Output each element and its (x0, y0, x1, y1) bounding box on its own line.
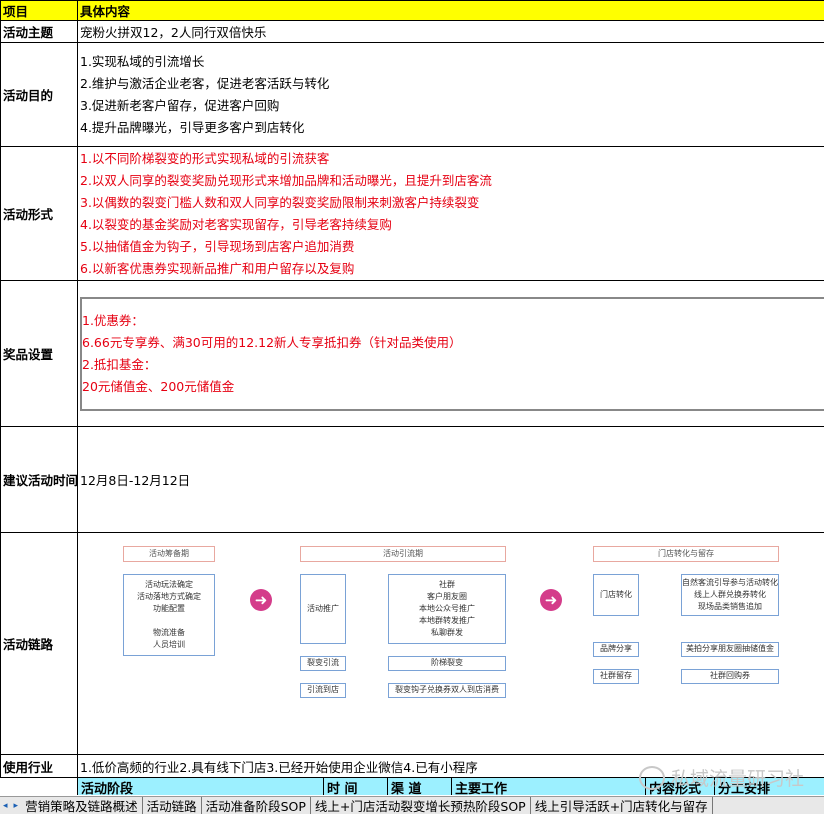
conv-item: 现场品类销售追加 (698, 601, 762, 613)
channel-item: 私聊群发 (431, 627, 463, 639)
channel-item: 社群 (439, 579, 455, 591)
purpose-item: 3.促进新老客户留存，促进客户回购 (80, 95, 824, 117)
conv-item: 自然客流引导参与活动转化 (682, 577, 778, 589)
watermark-text: 私域流量研习社 (671, 764, 804, 791)
prizes-textbox: 1.优惠券： 6.66元专享券、满30可用的12.12新人专享抵扣券（针对品类使… (80, 297, 824, 411)
tab-prev-icon[interactable]: ◂ (0, 801, 11, 811)
phase1-header: 活动筹备期 (123, 546, 215, 562)
phase1-box: 活动玩法确定 活动落地方式确定 功能配置 物流准备 人员培训 (123, 574, 215, 656)
phase1-item: 物流准备 (153, 627, 185, 639)
phase1-item: 活动落地方式确定 (137, 591, 201, 603)
phase3-brand-item: 美拍分享朋友圈抽储值金 (681, 642, 779, 657)
purpose-item: 2.维护与激活企业老客，促进老客活跃与转化 (80, 73, 824, 95)
tab-next-icon[interactable]: ▸ (11, 801, 22, 811)
header-item[interactable]: 项目 (1, 1, 78, 21)
tab-conversion-retention[interactable]: 线上引导活跃+门店转化与留存 (531, 796, 713, 814)
spreadsheet-sheet: 项目 具体内容 活动主题 宠粉火拼双12，2人同行双倍快乐 活动目的 1.实现私… (0, 0, 824, 795)
purpose-item: 1.实现私域的引流增长 (80, 51, 824, 73)
time-value[interactable]: 12月8日-12月12日 (78, 427, 824, 533)
purpose-item: 4.提升品牌曝光，引导更多客户到店转化 (80, 117, 824, 139)
phase3-retain-item: 社群回购券 (681, 669, 779, 684)
form-cell[interactable]: 1.以不同阶梯裂变的形式实现私域的引流获客 2.以双人同享的裂变奖励兑现形式来增… (78, 147, 824, 281)
form-item: 1.以不同阶梯裂变的形式实现私域的引流获客 (80, 148, 824, 170)
watermark: 私域流量研习社 (639, 764, 804, 791)
prizes-cell[interactable]: 1.优惠券： 6.66元专享券、满30可用的12.12新人专享抵扣券（针对品类使… (78, 281, 824, 427)
time-label[interactable]: 建议活动时间 (1, 427, 78, 533)
form-item: 5.以抽储值金为钩子，引导现场到店客户追加消费 (80, 236, 824, 258)
phase3-header: 门店转化与留存 (593, 546, 779, 562)
form-item: 4.以裂变的基金奖励对老客实现留存，引导老客持续复购 (80, 214, 824, 236)
phase2-fission-a: 裂变引流 (300, 656, 346, 671)
sheet-tab-bar: ◂ ▸ 营销策略及链路概述 活动链路 活动准备阶段SOP 线上+门店活动裂变增长… (0, 796, 824, 814)
phase3-conv-box: 自然客流引导参与活动转化 线上人群兑换券转化 现场品类销售追加 (681, 574, 779, 616)
prize-item: 1.优惠券： (82, 310, 824, 332)
bottom-channel[interactable]: 渠 道 (387, 778, 451, 795)
phase3-conv: 门店转化 (593, 574, 639, 616)
bottom-time[interactable]: 时 间 (323, 778, 387, 795)
header-content[interactable]: 具体内容 (78, 1, 824, 21)
phase1-item: 功能配置 (153, 603, 185, 615)
bottom-work[interactable]: 主要工作 (451, 778, 645, 795)
activity-table: 项目 具体内容 活动主题 宠粉火拼双12，2人同行双倍快乐 活动目的 1.实现私… (0, 0, 824, 778)
phase2-store-a: 引流到店 (300, 683, 346, 698)
chain-cell[interactable]: 活动筹备期 活动玩法确定 活动落地方式确定 功能配置 物流准备 人员培训 ➜ 活… (78, 533, 824, 755)
form-label[interactable]: 活动形式 (1, 147, 78, 281)
phase3-brand: 品牌分享 (593, 642, 639, 657)
phase2-channels: 社群 客户朋友圈 本地公众号推广 本地群转发推广 私聊群发 (388, 574, 506, 644)
theme-label[interactable]: 活动主题 (1, 21, 78, 43)
phase2-store-b: 裂变钩子兑换券双人到店消费 (388, 683, 506, 698)
phase1-item: 活动玩法确定 (145, 579, 193, 591)
conv-item: 线上人群兑换券转化 (694, 589, 766, 601)
tab-preparation-sop[interactable]: 活动准备阶段SOP (202, 796, 311, 814)
wechat-icon (639, 766, 665, 790)
form-item: 6.以新客优惠券实现新品推广和用户留存以及复购 (80, 258, 824, 280)
arrow-right-icon: ➜ (250, 589, 272, 611)
prize-item: 6.66元专享券、满30可用的12.12新人专享抵扣券（针对品类使用） (82, 332, 824, 354)
flow-diagram: 活动筹备期 活动玩法确定 活动落地方式确定 功能配置 物流准备 人员培训 ➜ 活… (78, 534, 818, 754)
phase1-item (168, 615, 171, 627)
channel-item: 本地公众号推广 (419, 603, 475, 615)
purpose-label[interactable]: 活动目的 (1, 43, 78, 147)
phase1-item: 人员培训 (153, 639, 185, 651)
phase3-retain: 社群留存 (593, 669, 639, 684)
phase2-fission-b: 阶梯裂变 (388, 656, 506, 671)
tab-strategy-overview[interactable]: 营销策略及链路概述 (21, 796, 143, 814)
phase2-header: 活动引流期 (300, 546, 506, 562)
prizes-label[interactable]: 奖品设置 (1, 281, 78, 427)
tab-activity-chain[interactable]: 活动链路 (143, 796, 202, 814)
purpose-cell[interactable]: 1.实现私域的引流增长 2.维护与激活企业老客，促进老客活跃与转化 3.促进新老… (78, 43, 824, 147)
tab-warmup-sop[interactable]: 线上+门店活动裂变增长预热阶段SOP (311, 796, 531, 814)
arrow-right-icon: ➜ (540, 589, 562, 611)
prize-item: 2.抵扣基金： (82, 354, 824, 376)
bottom-stage[interactable]: 活动阶段 (77, 778, 323, 795)
channel-item: 本地群转发推广 (419, 615, 475, 627)
industry-label[interactable]: 使用行业 (1, 755, 78, 778)
form-item: 2.以双人同享的裂变奖励兑现形式来增加品牌和活动曝光，且提升到店客流 (80, 170, 824, 192)
form-item: 3.以偶数的裂变门槛人数和双人同享的裂变奖励限制来刺激客户持续裂变 (80, 192, 824, 214)
phase2-promo: 活动推广 (300, 574, 346, 644)
channel-item: 客户朋友圈 (427, 591, 467, 603)
chain-label[interactable]: 活动链路 (1, 533, 78, 755)
prize-item: 20元储值金、200元储值金 (82, 376, 824, 398)
theme-value[interactable]: 宠粉火拼双12，2人同行双倍快乐 (78, 21, 824, 43)
